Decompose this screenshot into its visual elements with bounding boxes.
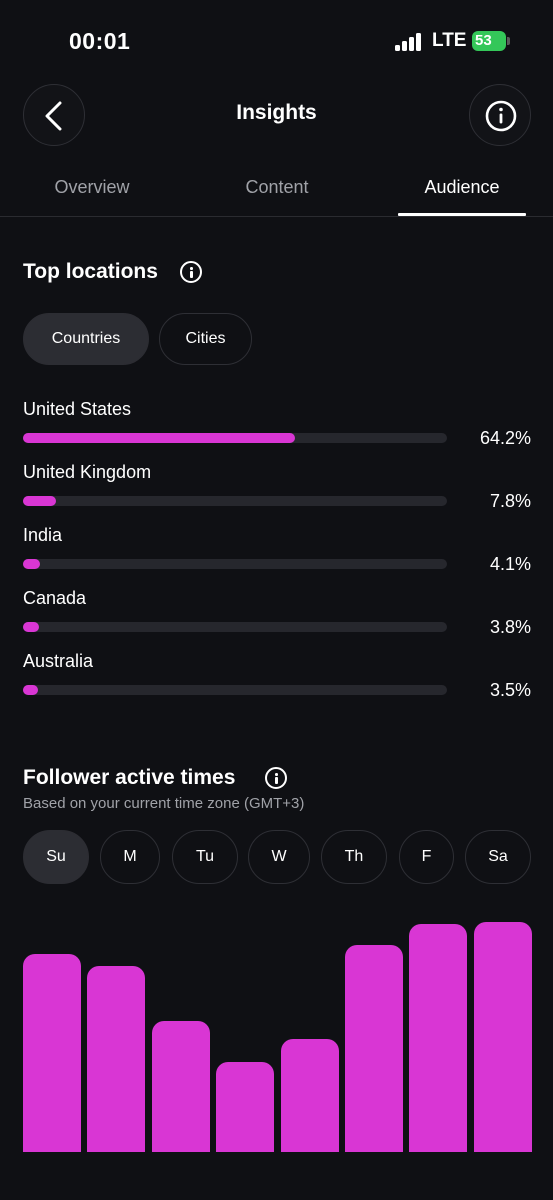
day-friday[interactable]: F: [399, 830, 454, 884]
day-tuesday[interactable]: Tu: [172, 830, 238, 884]
info-icon[interactable]: [265, 767, 287, 789]
activity-bar: [87, 966, 146, 1152]
active-times-title: Follower active times: [23, 766, 236, 789]
filter-cities[interactable]: Cities: [159, 313, 252, 365]
day-monday[interactable]: M: [100, 830, 160, 884]
location-bar-track: [23, 496, 447, 506]
activity-bar: [409, 924, 468, 1152]
info-icon[interactable]: [180, 261, 202, 283]
tab-overview[interactable]: Overview: [32, 177, 152, 198]
location-percent: 3.8%: [489, 617, 531, 637]
activity-bar: [216, 1062, 275, 1152]
network-label: LTE: [432, 30, 467, 51]
location-bar-track: [23, 433, 447, 443]
day-saturday[interactable]: Sa: [465, 830, 531, 884]
location-percent: 4.1%: [489, 554, 531, 574]
day-sunday[interactable]: Su: [23, 830, 89, 884]
top-locations-title: Top locations: [23, 260, 158, 283]
location-bar-track: [23, 685, 447, 695]
location-percent: 7.8%: [489, 491, 531, 511]
battery-level: 53: [475, 32, 492, 49]
location-name: Australia: [23, 651, 94, 671]
active-tab-indicator: [398, 213, 526, 216]
filter-countries[interactable]: Countries: [23, 313, 149, 365]
signal-icon: [395, 33, 423, 51]
day-wednesday[interactable]: W: [248, 830, 310, 884]
location-percent: 3.5%: [489, 680, 531, 700]
location-name: Canada: [23, 588, 87, 608]
location-bar-track: [23, 622, 447, 632]
info-icon: [485, 100, 517, 132]
location-name: United States: [23, 399, 132, 419]
timezone-subtitle: Based on your current time zone (GMT+3): [23, 795, 305, 812]
tab-content[interactable]: Content: [217, 177, 337, 198]
activity-bar: [23, 954, 81, 1152]
insights-screen: 00:01 LTE 53 Insights Overview Content A…: [0, 0, 553, 1200]
active-times-chart: [0, 900, 553, 1152]
activity-bar: [473, 922, 532, 1152]
status-time: 00:01: [69, 28, 131, 54]
location-bar-track: [23, 559, 447, 569]
location-bar-fill: [23, 622, 40, 632]
activity-bar: [280, 1039, 339, 1152]
location-bar-fill: [23, 496, 57, 506]
status-bar: 00:01 LTE 53: [0, 0, 553, 80]
activity-bar: [345, 945, 403, 1152]
location-percent: 64.2%: [479, 428, 531, 448]
day-thursday[interactable]: Th: [321, 830, 387, 884]
location-bar-fill: [23, 433, 296, 443]
location-name: United Kingdom: [23, 462, 152, 482]
tab-bar: Overview Content Audience: [0, 165, 553, 217]
location-bar-fill: [23, 559, 41, 569]
location-bar-fill: [23, 685, 38, 695]
tab-audience[interactable]: Audience: [402, 177, 522, 198]
info-button[interactable]: [469, 84, 531, 146]
battery-icon: 53: [472, 31, 510, 51]
location-name: India: [23, 525, 63, 545]
activity-bar: [151, 1021, 210, 1152]
